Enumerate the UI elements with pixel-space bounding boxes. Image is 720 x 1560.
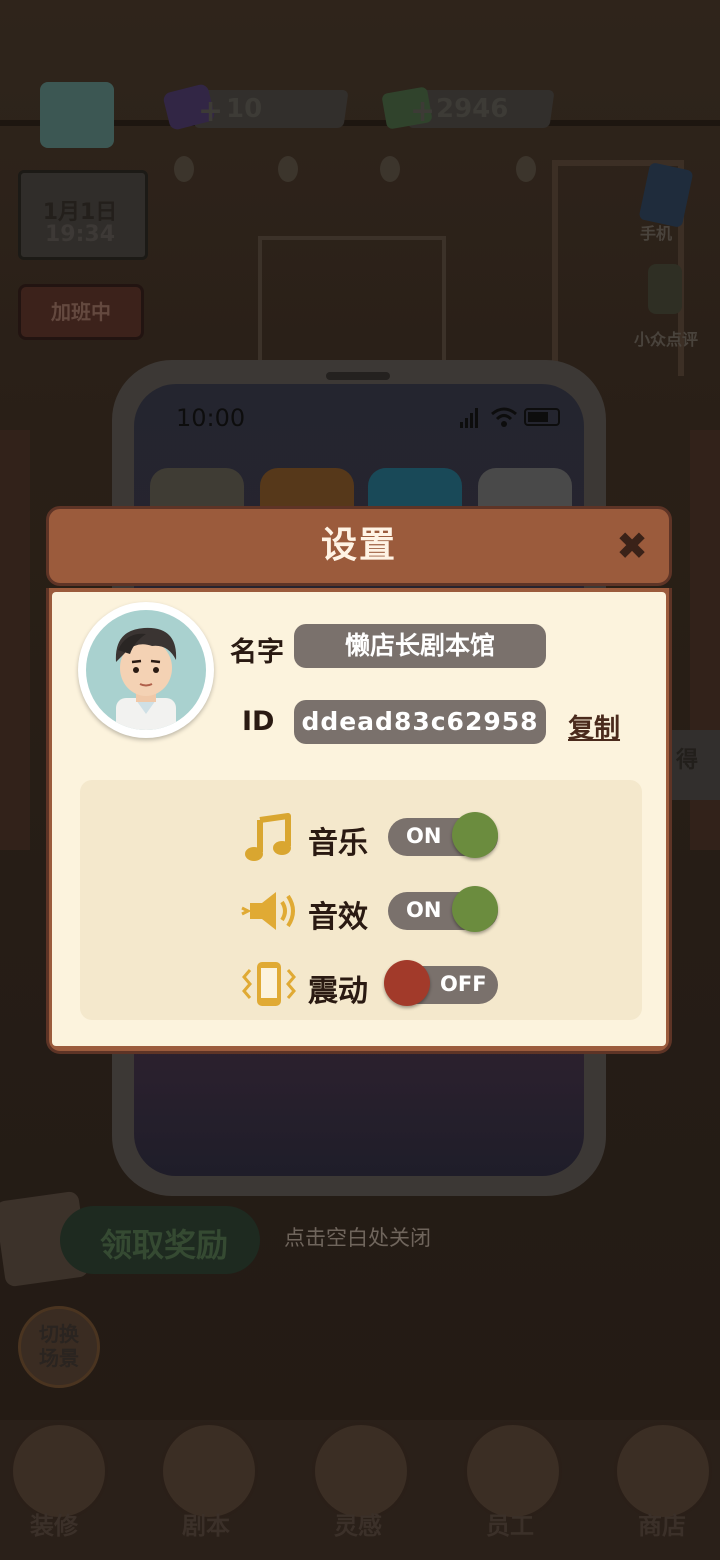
avatar[interactable] — [86, 610, 206, 730]
sound-effect-toggle-state: ON — [406, 898, 442, 922]
tap-to-close-hint: 点击空白处关闭 — [284, 1226, 431, 1250]
copy-id-button[interactable]: 复制 — [568, 708, 620, 745]
name-label: 名字 — [230, 637, 284, 668]
dialog-title: 设置 — [320, 525, 397, 566]
vibration-label: 震动 — [308, 974, 368, 1009]
name-value: 懒店长剧本馆 — [294, 624, 546, 668]
music-toggle-knob[interactable] — [452, 812, 498, 858]
vibration-toggle-state: OFF — [440, 972, 487, 996]
nav-inspiration-label: 灵感 — [334, 1512, 382, 1540]
nav-shop-label: 商店 — [638, 1512, 686, 1540]
music-note-icon — [244, 812, 294, 862]
id-value: ddead83c62958 — [294, 700, 546, 744]
nav-decorate-label: 装修 — [30, 1512, 78, 1540]
vibration-icon — [240, 958, 298, 1010]
nav-script-label: 剧本 — [182, 1512, 230, 1540]
music-label: 音乐 — [308, 826, 368, 861]
music-toggle-state: ON — [406, 824, 442, 848]
vibration-toggle-knob[interactable] — [384, 960, 430, 1006]
switch-scene-label: 切换 场景 — [39, 1322, 79, 1370]
claim-reward-label: 领取奖励 — [100, 1226, 229, 1264]
close-icon[interactable]: ✖ — [612, 526, 652, 566]
sound-effect-label: 音效 — [308, 900, 368, 935]
speaker-icon — [240, 886, 298, 936]
sound-effect-toggle-knob[interactable] — [452, 886, 498, 932]
id-label: ID — [242, 706, 275, 737]
nav-staff-label: 员工 — [486, 1512, 534, 1540]
